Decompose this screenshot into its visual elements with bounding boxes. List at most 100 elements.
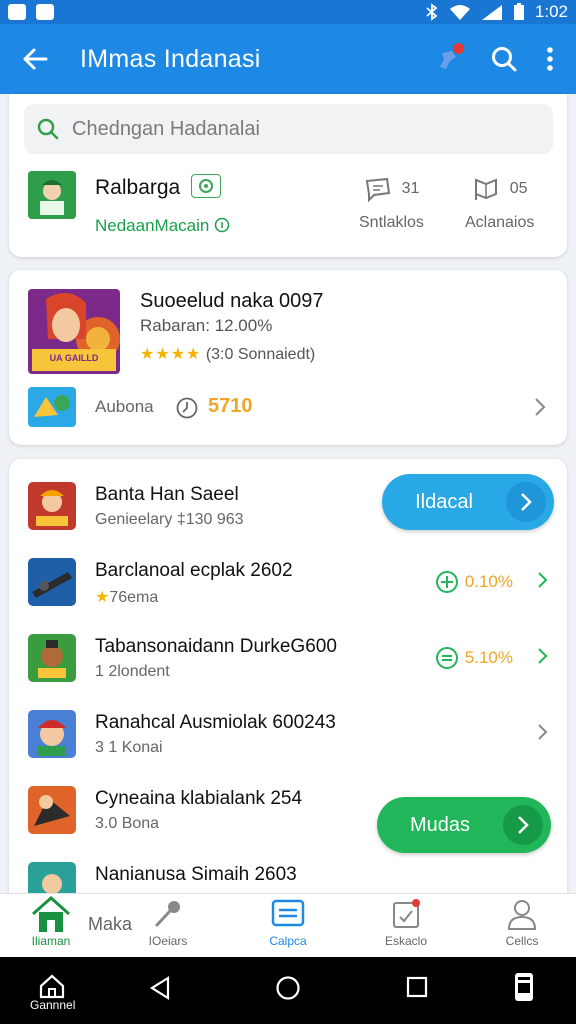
status-bar: 1:02 bbox=[0, 0, 576, 24]
info-icon bbox=[214, 217, 230, 233]
item-title: Banta Han Saeel bbox=[95, 484, 239, 505]
list-item[interactable]: Tabansonaidann DurkeG600 1 2londent 5.10… bbox=[9, 616, 567, 692]
calendar-icon bbox=[393, 899, 420, 928]
plus-circle-icon bbox=[435, 571, 458, 593]
item-thumbnail bbox=[28, 786, 76, 834]
flag-icon bbox=[474, 178, 497, 200]
item-title: Ranahcal Ausmiolak 600243 bbox=[95, 712, 336, 733]
message-icon bbox=[271, 899, 305, 927]
signal-icon bbox=[481, 5, 502, 20]
nav-label: Calpca bbox=[269, 934, 307, 948]
item-subtitle: Genieelary ‡130 963 bbox=[95, 511, 244, 528]
chevron-right-icon[interactable] bbox=[537, 647, 549, 665]
home-circle-icon[interactable] bbox=[275, 975, 301, 1001]
chevron-right-icon[interactable] bbox=[537, 723, 549, 741]
nav-item-5[interactable]: Cellcs bbox=[490, 894, 554, 958]
stat-label: Sntlaklos bbox=[359, 214, 424, 231]
nav-item-4[interactable]: Eskaclo bbox=[372, 894, 440, 958]
item-title: Nanianusa Simaih 2603 bbox=[95, 864, 297, 885]
item-title: Barclanoal ecplak 2602 bbox=[95, 560, 293, 581]
bluetooth-icon bbox=[426, 3, 438, 21]
verified-icon bbox=[191, 174, 221, 198]
nav-label: Iliaman bbox=[31, 934, 71, 948]
app-bar: IMmas Indanasi bbox=[0, 24, 576, 94]
stat-label: Aclanaios bbox=[465, 214, 535, 231]
game-meta-label: Aubona bbox=[95, 397, 154, 416]
phone-icon[interactable] bbox=[512, 971, 536, 1003]
nav-label: Cellcs bbox=[505, 934, 539, 948]
chevron-right-icon[interactable] bbox=[533, 396, 547, 418]
profile-subtitle[interactable]: NedaanMacain bbox=[95, 216, 230, 236]
primary-action-label: Ildacal bbox=[415, 490, 473, 513]
search-bar[interactable] bbox=[24, 104, 553, 154]
profile-name: Ralbarga bbox=[95, 176, 181, 199]
nav-item-2[interactable]: IOeiars bbox=[138, 894, 198, 958]
nav-label: Eskaclo bbox=[384, 934, 428, 948]
item-thumbnail bbox=[28, 558, 76, 606]
chevron-right-icon bbox=[506, 482, 546, 522]
profile-card: Ralbarga NedaanMacain 31 Sntlaklos 05 Ac… bbox=[9, 94, 567, 257]
search-input[interactable] bbox=[72, 117, 512, 141]
page-title: IMmas Indanasi bbox=[80, 44, 261, 73]
battery-icon bbox=[513, 3, 524, 20]
thumb-text: UA GAILLD bbox=[50, 353, 99, 363]
back-button[interactable] bbox=[0, 24, 70, 94]
system-home-label: Gannnel bbox=[30, 998, 76, 1012]
item-subtitle: ★76ema bbox=[95, 589, 159, 606]
nav-label: IOeiars bbox=[148, 934, 188, 948]
wifi-icon bbox=[449, 5, 470, 20]
more-vert-icon[interactable] bbox=[546, 45, 554, 73]
mail-notification-icon bbox=[8, 4, 26, 20]
list-item[interactable]: Ranahcal Ausmiolak 600243 3 1 Konai bbox=[9, 692, 567, 768]
nav-item-3[interactable]: Calpca bbox=[256, 894, 320, 958]
chevron-right-icon[interactable] bbox=[537, 571, 549, 589]
game-rating: ★★★★ (3:0 Sonnaiedt) bbox=[140, 344, 315, 364]
item-metric: 0.10% bbox=[435, 570, 513, 594]
game-subtitle: Rabaran: 12.00% bbox=[140, 316, 273, 335]
system-navigation-bar: Gannnel bbox=[0, 957, 576, 1024]
stat-actions[interactable]: 05 Aclanaios bbox=[465, 176, 534, 232]
mini-thumbnail bbox=[28, 387, 76, 427]
app-notification-icon bbox=[36, 4, 54, 20]
search-icon bbox=[37, 118, 59, 140]
person-icon bbox=[507, 900, 537, 930]
back-triangle-icon[interactable] bbox=[148, 975, 172, 1001]
rating-stars: ★★★★ bbox=[140, 346, 202, 363]
nav-home[interactable]: Iliaman bbox=[27, 894, 75, 958]
secondary-action-label: Mudas bbox=[409, 813, 471, 836]
item-thumbnail bbox=[28, 482, 76, 530]
bottom-navigation: Iliaman Maka IOeiars Calpca Eskaclo Cell… bbox=[0, 893, 576, 957]
notification-button[interactable] bbox=[434, 43, 464, 73]
rating-text: (3:0 Sonnaiedt) bbox=[205, 346, 316, 363]
primary-action-button[interactable]: Ildacal bbox=[382, 474, 554, 530]
list-item[interactable]: Barclanoal ecplak 2602 ★76ema 0.10% bbox=[9, 540, 567, 616]
stat-subscriptions[interactable]: 31 Sntlaklos bbox=[359, 176, 424, 232]
game-title: Suoeelud naka 0097 bbox=[140, 290, 324, 312]
game-thumbnail: UA GAILLD bbox=[28, 289, 120, 374]
home-outline-icon[interactable] bbox=[38, 973, 66, 999]
item-title: Cyneaina klabialank 254 bbox=[95, 788, 303, 809]
item-title: Tabansonaidann DurkeG600 bbox=[95, 636, 337, 657]
item-subtitle: 3 1 Konai bbox=[95, 739, 163, 756]
item-metric: 5.10% bbox=[435, 646, 513, 670]
chevron-right-icon bbox=[503, 805, 543, 845]
clock-icon bbox=[176, 397, 198, 419]
home-icon bbox=[32, 895, 70, 932]
item-subtitle: 3.0 Bona bbox=[95, 815, 160, 832]
item-thumbnail bbox=[28, 710, 76, 758]
joystick-icon bbox=[155, 901, 180, 927]
status-time: 1:02 bbox=[534, 2, 568, 21]
stat-value: 05 bbox=[509, 180, 528, 197]
recents-square-icon[interactable] bbox=[405, 975, 429, 999]
arrow-left-icon bbox=[23, 48, 48, 70]
avatar bbox=[28, 171, 76, 219]
star-icon: ★ bbox=[95, 589, 110, 606]
featured-game-card[interactable]: UA GAILLD Suoeelud naka 0097 Rabaran: 12… bbox=[9, 270, 567, 445]
stat-value: 31 bbox=[401, 180, 420, 197]
search-icon[interactable] bbox=[490, 45, 518, 73]
chat-icon bbox=[365, 177, 390, 202]
item-subtitle: 1 2londent bbox=[95, 663, 170, 680]
nav-maka-label[interactable]: Maka bbox=[88, 914, 132, 935]
item-thumbnail bbox=[28, 634, 76, 682]
game-score: 5710 bbox=[208, 395, 253, 417]
